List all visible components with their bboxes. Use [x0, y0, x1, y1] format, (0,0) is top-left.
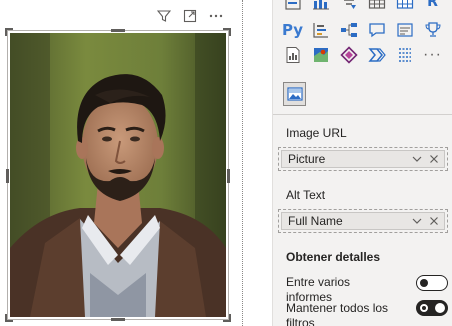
- table-icon[interactable]: [365, 0, 388, 12]
- r-visual-icon[interactable]: R: [421, 0, 444, 12]
- resize-handle-bottom[interactable]: [111, 318, 125, 321]
- table-chart-icon[interactable]: [281, 0, 304, 12]
- resize-handle-top[interactable]: [111, 29, 125, 32]
- smart-narrative-icon[interactable]: [393, 20, 416, 40]
- qa-icon[interactable]: [365, 20, 388, 40]
- image-visual-icon[interactable]: [283, 82, 306, 106]
- visualizations-pane: R Py ··· Image URL Picture Alt Text Full…: [272, 0, 452, 326]
- image-url-field-pill[interactable]: Picture: [281, 150, 445, 168]
- canvas-boundary: [242, 0, 243, 326]
- funnel-icon[interactable]: [337, 0, 360, 12]
- trophy-icon[interactable]: [421, 20, 444, 40]
- power-apps-icon[interactable]: [337, 45, 360, 65]
- alt-text-field-well[interactable]: Full Name: [278, 209, 448, 233]
- filter-icon[interactable]: [156, 8, 172, 24]
- azure-map-icon[interactable]: [309, 45, 332, 65]
- chevron-down-icon[interactable]: [410, 152, 424, 166]
- keep-filters-label: Mantener todos los filtros: [286, 301, 389, 326]
- portrait-photo: [10, 33, 226, 317]
- resize-handle-right[interactable]: [227, 169, 230, 183]
- close-icon[interactable]: [427, 152, 441, 166]
- resize-handle-left[interactable]: [6, 169, 9, 183]
- paginated-report-icon[interactable]: [281, 45, 304, 65]
- alt-text-field-pill[interactable]: Full Name: [281, 212, 445, 230]
- toggle-knob: [420, 279, 428, 287]
- image-url-field-well[interactable]: Picture: [278, 147, 448, 171]
- close-icon[interactable]: [427, 214, 441, 228]
- python-visual-icon[interactable]: Py: [281, 20, 304, 40]
- decomposition-tree-icon[interactable]: [337, 20, 360, 40]
- alt-text-field-name: Full Name: [288, 214, 343, 228]
- image-url-field-name: Picture: [288, 152, 326, 166]
- image-visual[interactable]: [5, 28, 231, 322]
- drillthrough-title: Obtener detalles: [286, 250, 381, 264]
- dashed-doc-icon[interactable]: [393, 45, 416, 65]
- line-clustered-column-icon[interactable]: [309, 0, 332, 12]
- visual-header: [156, 8, 224, 24]
- visualization-gallery: R Py ···: [281, 0, 449, 66]
- pane-divider: [273, 114, 452, 115]
- toggle-ring: [420, 304, 428, 312]
- more-visuals-icon[interactable]: ···: [421, 45, 444, 65]
- image-url-label: Image URL: [286, 126, 347, 140]
- alt-text-label: Alt Text: [286, 188, 326, 202]
- focus-mode-icon[interactable]: [182, 8, 198, 24]
- key-influencers-icon[interactable]: [309, 20, 332, 40]
- report-canvas: [0, 0, 244, 326]
- more-options-icon[interactable]: [208, 8, 224, 24]
- power-automate-icon[interactable]: [365, 45, 388, 65]
- keep-filters-toggle[interactable]: [416, 300, 448, 316]
- cross-report-toggle[interactable]: [416, 275, 448, 291]
- matrix-icon[interactable]: [393, 0, 416, 12]
- toggle-knob: [435, 303, 445, 313]
- chevron-down-icon[interactable]: [410, 214, 424, 228]
